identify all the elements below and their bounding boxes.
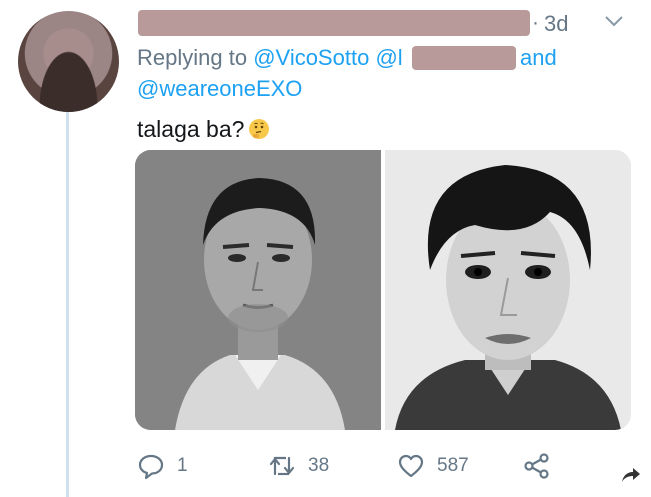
replying-to-label: Replying to — [137, 45, 248, 70]
replying-to-line: Replying to @VicoSotto @l — [137, 44, 403, 72]
heart-icon — [398, 454, 424, 478]
time-separator: · — [532, 11, 539, 34]
reply-button[interactable]: 1 — [137, 448, 188, 484]
photo-right[interactable] — [385, 150, 631, 430]
thread-connector-line — [66, 112, 69, 497]
avatar[interactable] — [18, 11, 119, 112]
like-button[interactable]: 587 — [397, 448, 469, 484]
tweet-timestamp[interactable]: 3d — [544, 11, 568, 37]
reply-count: 1 — [177, 455, 188, 476]
tweet-actions-bar: 1 38 587 — [0, 448, 651, 484]
reply-icon — [138, 454, 164, 480]
photo-left[interactable] — [135, 150, 381, 430]
avatar-redaction — [18, 11, 119, 112]
share-icon — [524, 453, 549, 479]
redacted-mention — [412, 46, 516, 70]
mention-redacted[interactable]: @l — [375, 45, 402, 70]
retweet-button[interactable]: 38 — [268, 448, 329, 484]
tweet-text: talaga ba? — [137, 114, 270, 144]
chevron-down-icon[interactable] — [604, 14, 624, 28]
like-count: 587 — [437, 455, 469, 476]
share-button[interactable] — [523, 448, 551, 484]
tweet-text-body: talaga ba? — [137, 116, 245, 142]
mention-vicosotto[interactable]: @VicoSotto — [253, 45, 369, 70]
retweet-count: 38 — [308, 455, 330, 476]
mention-weareoneexo[interactable]: @weareoneEXO — [137, 75, 302, 103]
portrait-left-image — [135, 150, 381, 430]
and-word: and — [520, 45, 557, 70]
portrait-right-image — [385, 150, 631, 430]
forward-arrow-icon[interactable] — [620, 466, 642, 484]
thinking-face-icon — [249, 119, 270, 139]
redacted-display-name — [138, 10, 530, 36]
retweet-icon — [269, 456, 295, 476]
